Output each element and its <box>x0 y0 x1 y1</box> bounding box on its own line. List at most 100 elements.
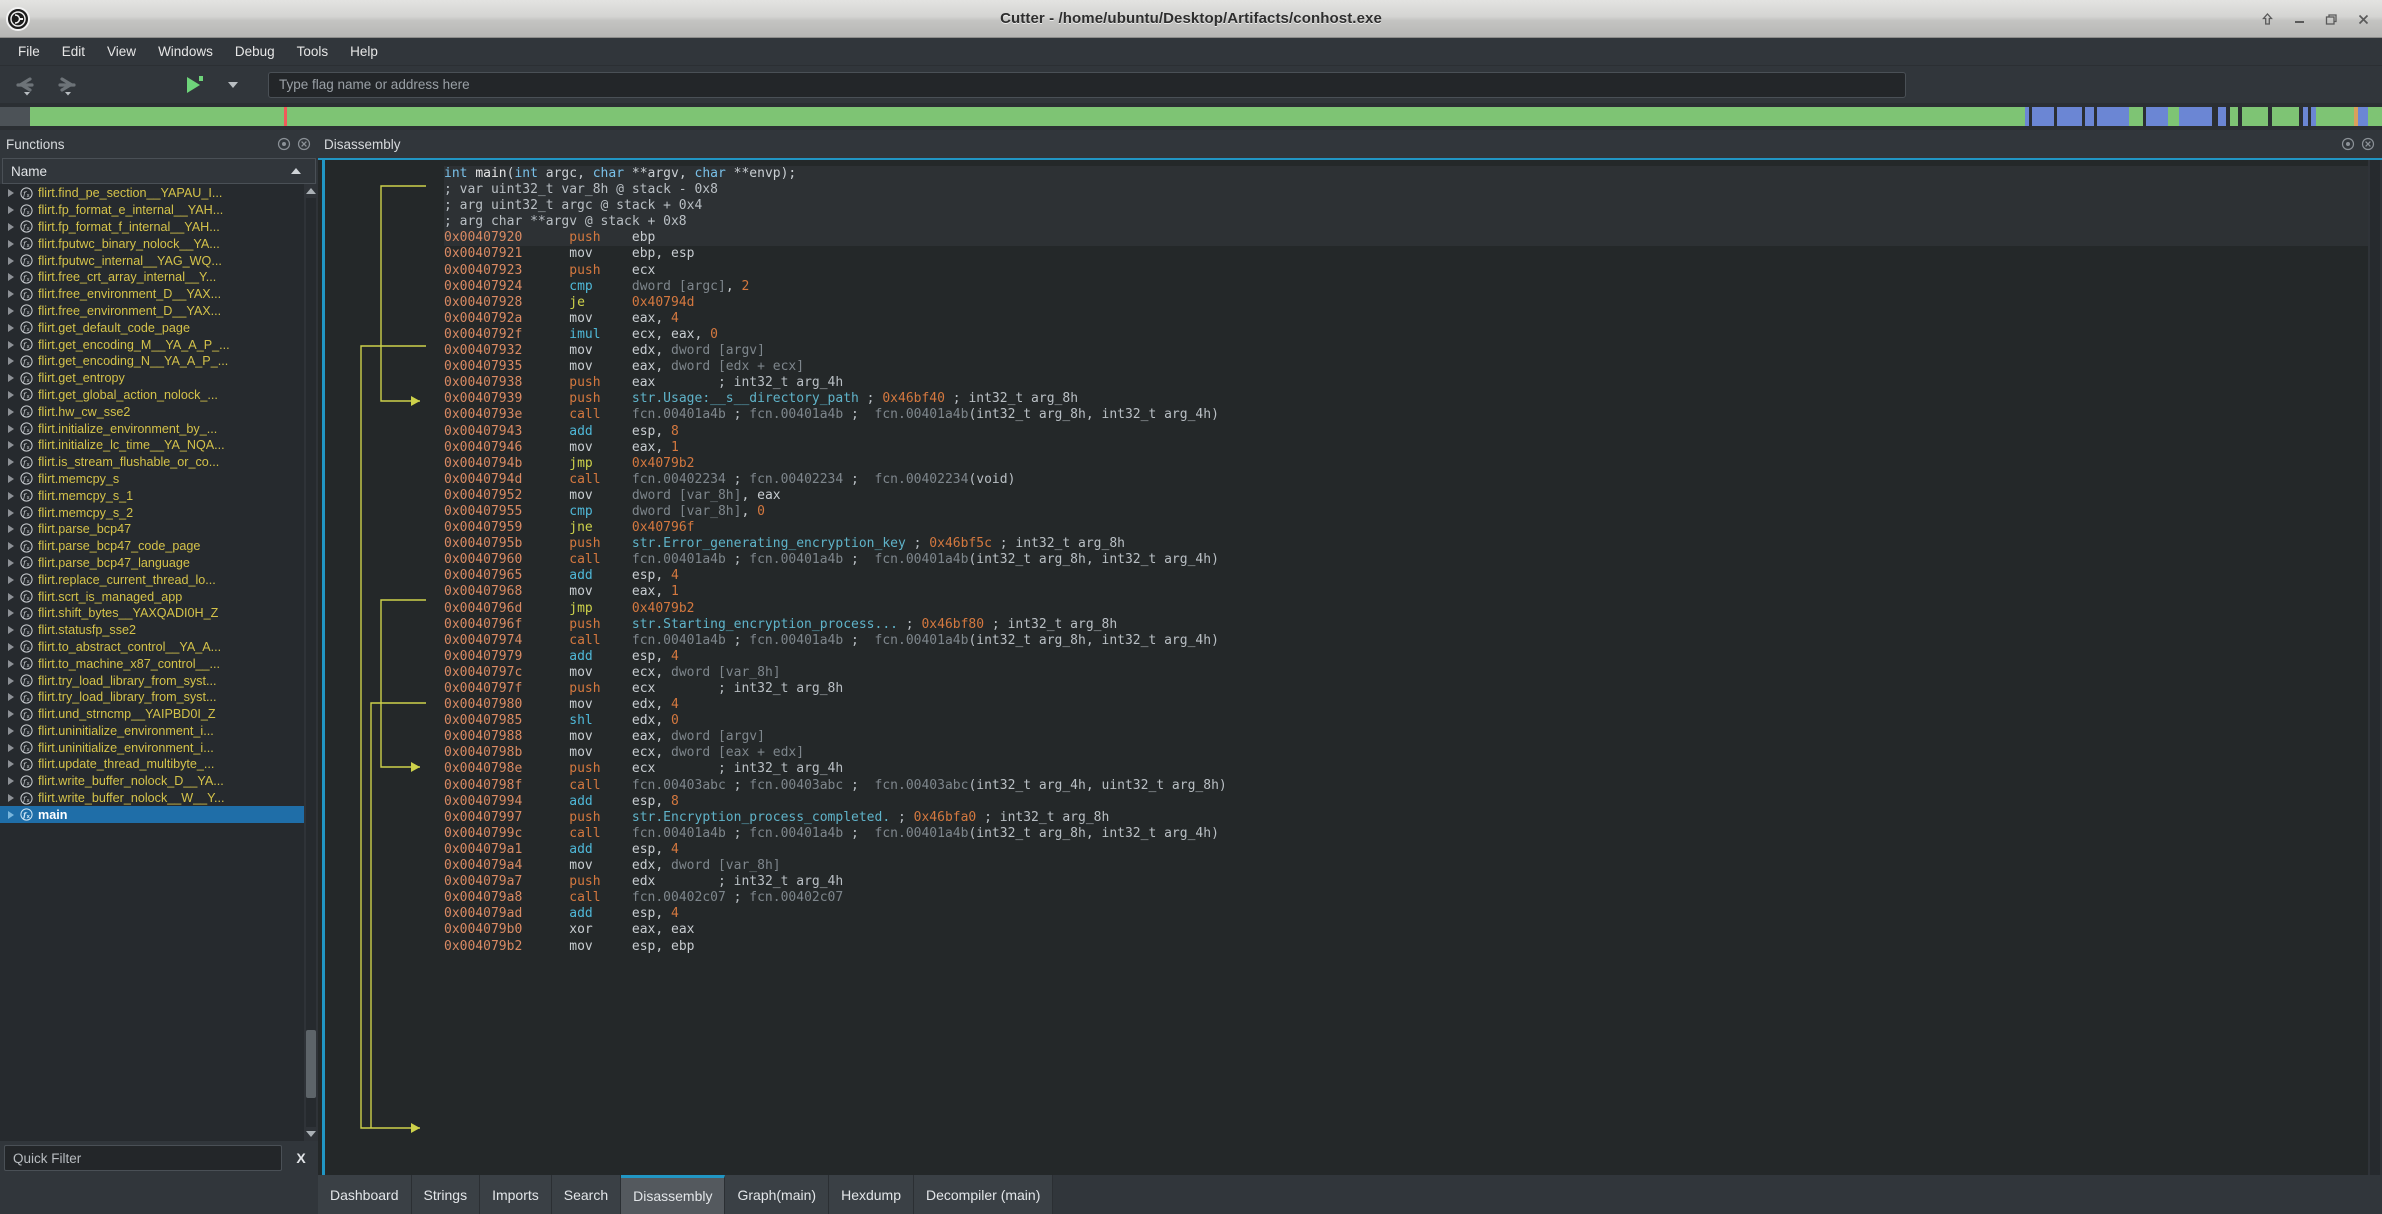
expand-arrow-icon[interactable] <box>8 341 14 349</box>
overview-segment[interactable] <box>2129 107 2143 126</box>
scroll-up-icon[interactable] <box>304 184 318 198</box>
expand-arrow-icon[interactable] <box>8 324 14 332</box>
functions-list[interactable]: fxflirt.find_pe_section__YAPAU_I...fxfli… <box>0 184 304 1141</box>
debug-run-icon[interactable] <box>178 70 212 100</box>
expand-arrow-icon[interactable] <box>8 593 14 601</box>
function-list-item[interactable]: fxflirt.uninitialize_environment_i... <box>0 723 304 740</box>
menu-view[interactable]: View <box>97 40 146 63</box>
function-list-item[interactable]: fxflirt.und_strncmp__YAIPBD0I_Z <box>0 706 304 723</box>
overview-segment[interactable] <box>2032 107 2054 126</box>
function-list-item[interactable]: fxflirt.to_abstract_control__YA_A... <box>0 639 304 656</box>
menu-edit[interactable]: Edit <box>52 40 95 63</box>
expand-arrow-icon[interactable] <box>8 290 14 298</box>
expand-arrow-icon[interactable] <box>8 559 14 567</box>
expand-arrow-icon[interactable] <box>8 509 14 517</box>
menu-tools[interactable]: Tools <box>287 40 339 63</box>
overview-segment[interactable] <box>2316 107 2354 126</box>
close-button[interactable] <box>2348 4 2378 34</box>
disassembly-view[interactable]: int main(int argc, char **argv, char **e… <box>318 158 2382 1175</box>
overview-segment[interactable] <box>2168 107 2179 126</box>
overview-segment[interactable] <box>2179 107 2212 126</box>
function-list-item[interactable]: fxflirt.memcpy_s_1 <box>0 487 304 504</box>
panel-options-icon[interactable] <box>276 136 292 152</box>
function-list-item[interactable]: fxflirt.get_entropy <box>0 370 304 387</box>
overview-segment[interactable] <box>2358 107 2368 126</box>
scrollbar-thumb[interactable] <box>306 1030 316 1098</box>
expand-arrow-icon[interactable] <box>8 626 14 634</box>
function-list-item[interactable]: fxflirt.free_environment_D__YAX... <box>0 303 304 320</box>
panel-options-icon[interactable] <box>2340 136 2356 152</box>
function-list-item[interactable]: fxflirt.get_encoding_N__YA_A_P_... <box>0 353 304 370</box>
expand-arrow-icon[interactable] <box>8 273 14 281</box>
expand-arrow-icon[interactable] <box>8 206 14 214</box>
function-list-item[interactable]: fxmain <box>0 806 304 823</box>
overview-segment[interactable] <box>2368 107 2382 126</box>
expand-arrow-icon[interactable] <box>8 542 14 550</box>
chevron-down-icon[interactable] <box>216 70 250 100</box>
function-list-item[interactable]: fxflirt.try_load_library_from_syst... <box>0 672 304 689</box>
function-list-item[interactable]: fxflirt.write_buffer_nolock_D__YA... <box>0 773 304 790</box>
expand-arrow-icon[interactable] <box>8 794 14 802</box>
overview-segment[interactable] <box>2015 107 2025 126</box>
expand-arrow-icon[interactable] <box>8 677 14 685</box>
expand-arrow-icon[interactable] <box>8 660 14 668</box>
function-list-item[interactable]: fxflirt.initialize_environment_by_... <box>0 420 304 437</box>
function-list-item[interactable]: fxflirt.uninitialize_environment_i... <box>0 739 304 756</box>
function-list-item[interactable]: fxflirt.get_default_code_page <box>0 319 304 336</box>
minimize-button[interactable] <box>2284 4 2314 34</box>
expand-arrow-icon[interactable] <box>8 727 14 735</box>
function-list-item[interactable]: fxflirt.fp_format_f_internal__YAH... <box>0 219 304 236</box>
function-list-item[interactable]: fxflirt.parse_bcp47_language <box>0 555 304 572</box>
tab-disassembly[interactable]: Disassembly <box>621 1175 725 1214</box>
expand-arrow-icon[interactable] <box>8 307 14 315</box>
quick-filter-input[interactable] <box>4 1145 282 1171</box>
overview-segment[interactable] <box>2242 107 2268 126</box>
expand-arrow-icon[interactable] <box>8 374 14 382</box>
expand-arrow-icon[interactable] <box>8 710 14 718</box>
expand-arrow-icon[interactable] <box>8 357 14 365</box>
back-icon[interactable] <box>10 70 44 100</box>
scrollbar-track[interactable] <box>306 198 316 1127</box>
function-list-item[interactable]: fxflirt.memcpy_s_2 <box>0 504 304 521</box>
forward-icon[interactable] <box>48 70 82 100</box>
expand-arrow-icon[interactable] <box>8 458 14 466</box>
expand-arrow-icon[interactable] <box>8 525 14 533</box>
function-list-item[interactable]: fxflirt.fputwc_binary_nolock__YA... <box>0 235 304 252</box>
overview-segment[interactable] <box>2057 107 2082 126</box>
function-list-item[interactable]: fxflirt.hw_cw_sse2 <box>0 403 304 420</box>
disassembly-code-column[interactable]: int main(int argc, char **argv, char **e… <box>430 160 2368 1175</box>
expand-arrow-icon[interactable] <box>8 643 14 651</box>
expand-arrow-icon[interactable] <box>8 223 14 231</box>
function-list-item[interactable]: fxflirt.get_encoding_M__YA_A_P_... <box>0 336 304 353</box>
expand-arrow-icon[interactable] <box>8 777 14 785</box>
menu-windows[interactable]: Windows <box>148 40 223 63</box>
overview-segment[interactable] <box>287 107 2015 126</box>
always-on-top-button[interactable] <box>2252 4 2282 34</box>
function-list-item[interactable]: fxflirt.free_crt_array_internal__Y... <box>0 269 304 286</box>
menu-debug[interactable]: Debug <box>225 40 285 63</box>
function-list-item[interactable]: fxflirt.try_load_library_from_syst... <box>0 689 304 706</box>
overview-segment[interactable] <box>2230 107 2238 126</box>
expand-arrow-icon[interactable] <box>8 475 14 483</box>
expand-arrow-icon[interactable] <box>8 576 14 584</box>
expand-arrow-icon[interactable] <box>8 441 14 449</box>
function-list-item[interactable]: fxflirt.scrt_is_managed_app <box>0 588 304 605</box>
function-list-item[interactable]: fxflirt.parse_bcp47 <box>0 521 304 538</box>
expand-arrow-icon[interactable] <box>8 744 14 752</box>
overview-segment[interactable] <box>2097 107 2129 126</box>
disassembly-scrollbar[interactable] <box>2368 160 2382 1175</box>
functions-scrollbar[interactable] <box>304 184 318 1141</box>
expand-arrow-icon[interactable] <box>8 425 14 433</box>
tab-decompiler-main[interactable]: Decompiler (main) <box>914 1175 1053 1214</box>
expand-arrow-icon[interactable] <box>8 811 14 819</box>
sections-overview-bar[interactable] <box>0 104 2382 130</box>
tab-search[interactable]: Search <box>552 1175 621 1214</box>
function-list-item[interactable]: fxflirt.initialize_lc_time__YA_NQA... <box>0 437 304 454</box>
function-list-item[interactable]: fxflirt.replace_current_thread_lo... <box>0 571 304 588</box>
function-list-item[interactable]: fxflirt.get_global_action_nolock_... <box>0 387 304 404</box>
restore-button[interactable] <box>2316 4 2346 34</box>
function-list-item[interactable]: fxflirt.write_buffer_nolock__W__Y... <box>0 790 304 807</box>
scroll-down-icon[interactable] <box>304 1127 318 1141</box>
search-input[interactable] <box>268 72 1906 98</box>
function-list-item[interactable]: fxflirt.is_stream_flushable_or_co... <box>0 454 304 471</box>
